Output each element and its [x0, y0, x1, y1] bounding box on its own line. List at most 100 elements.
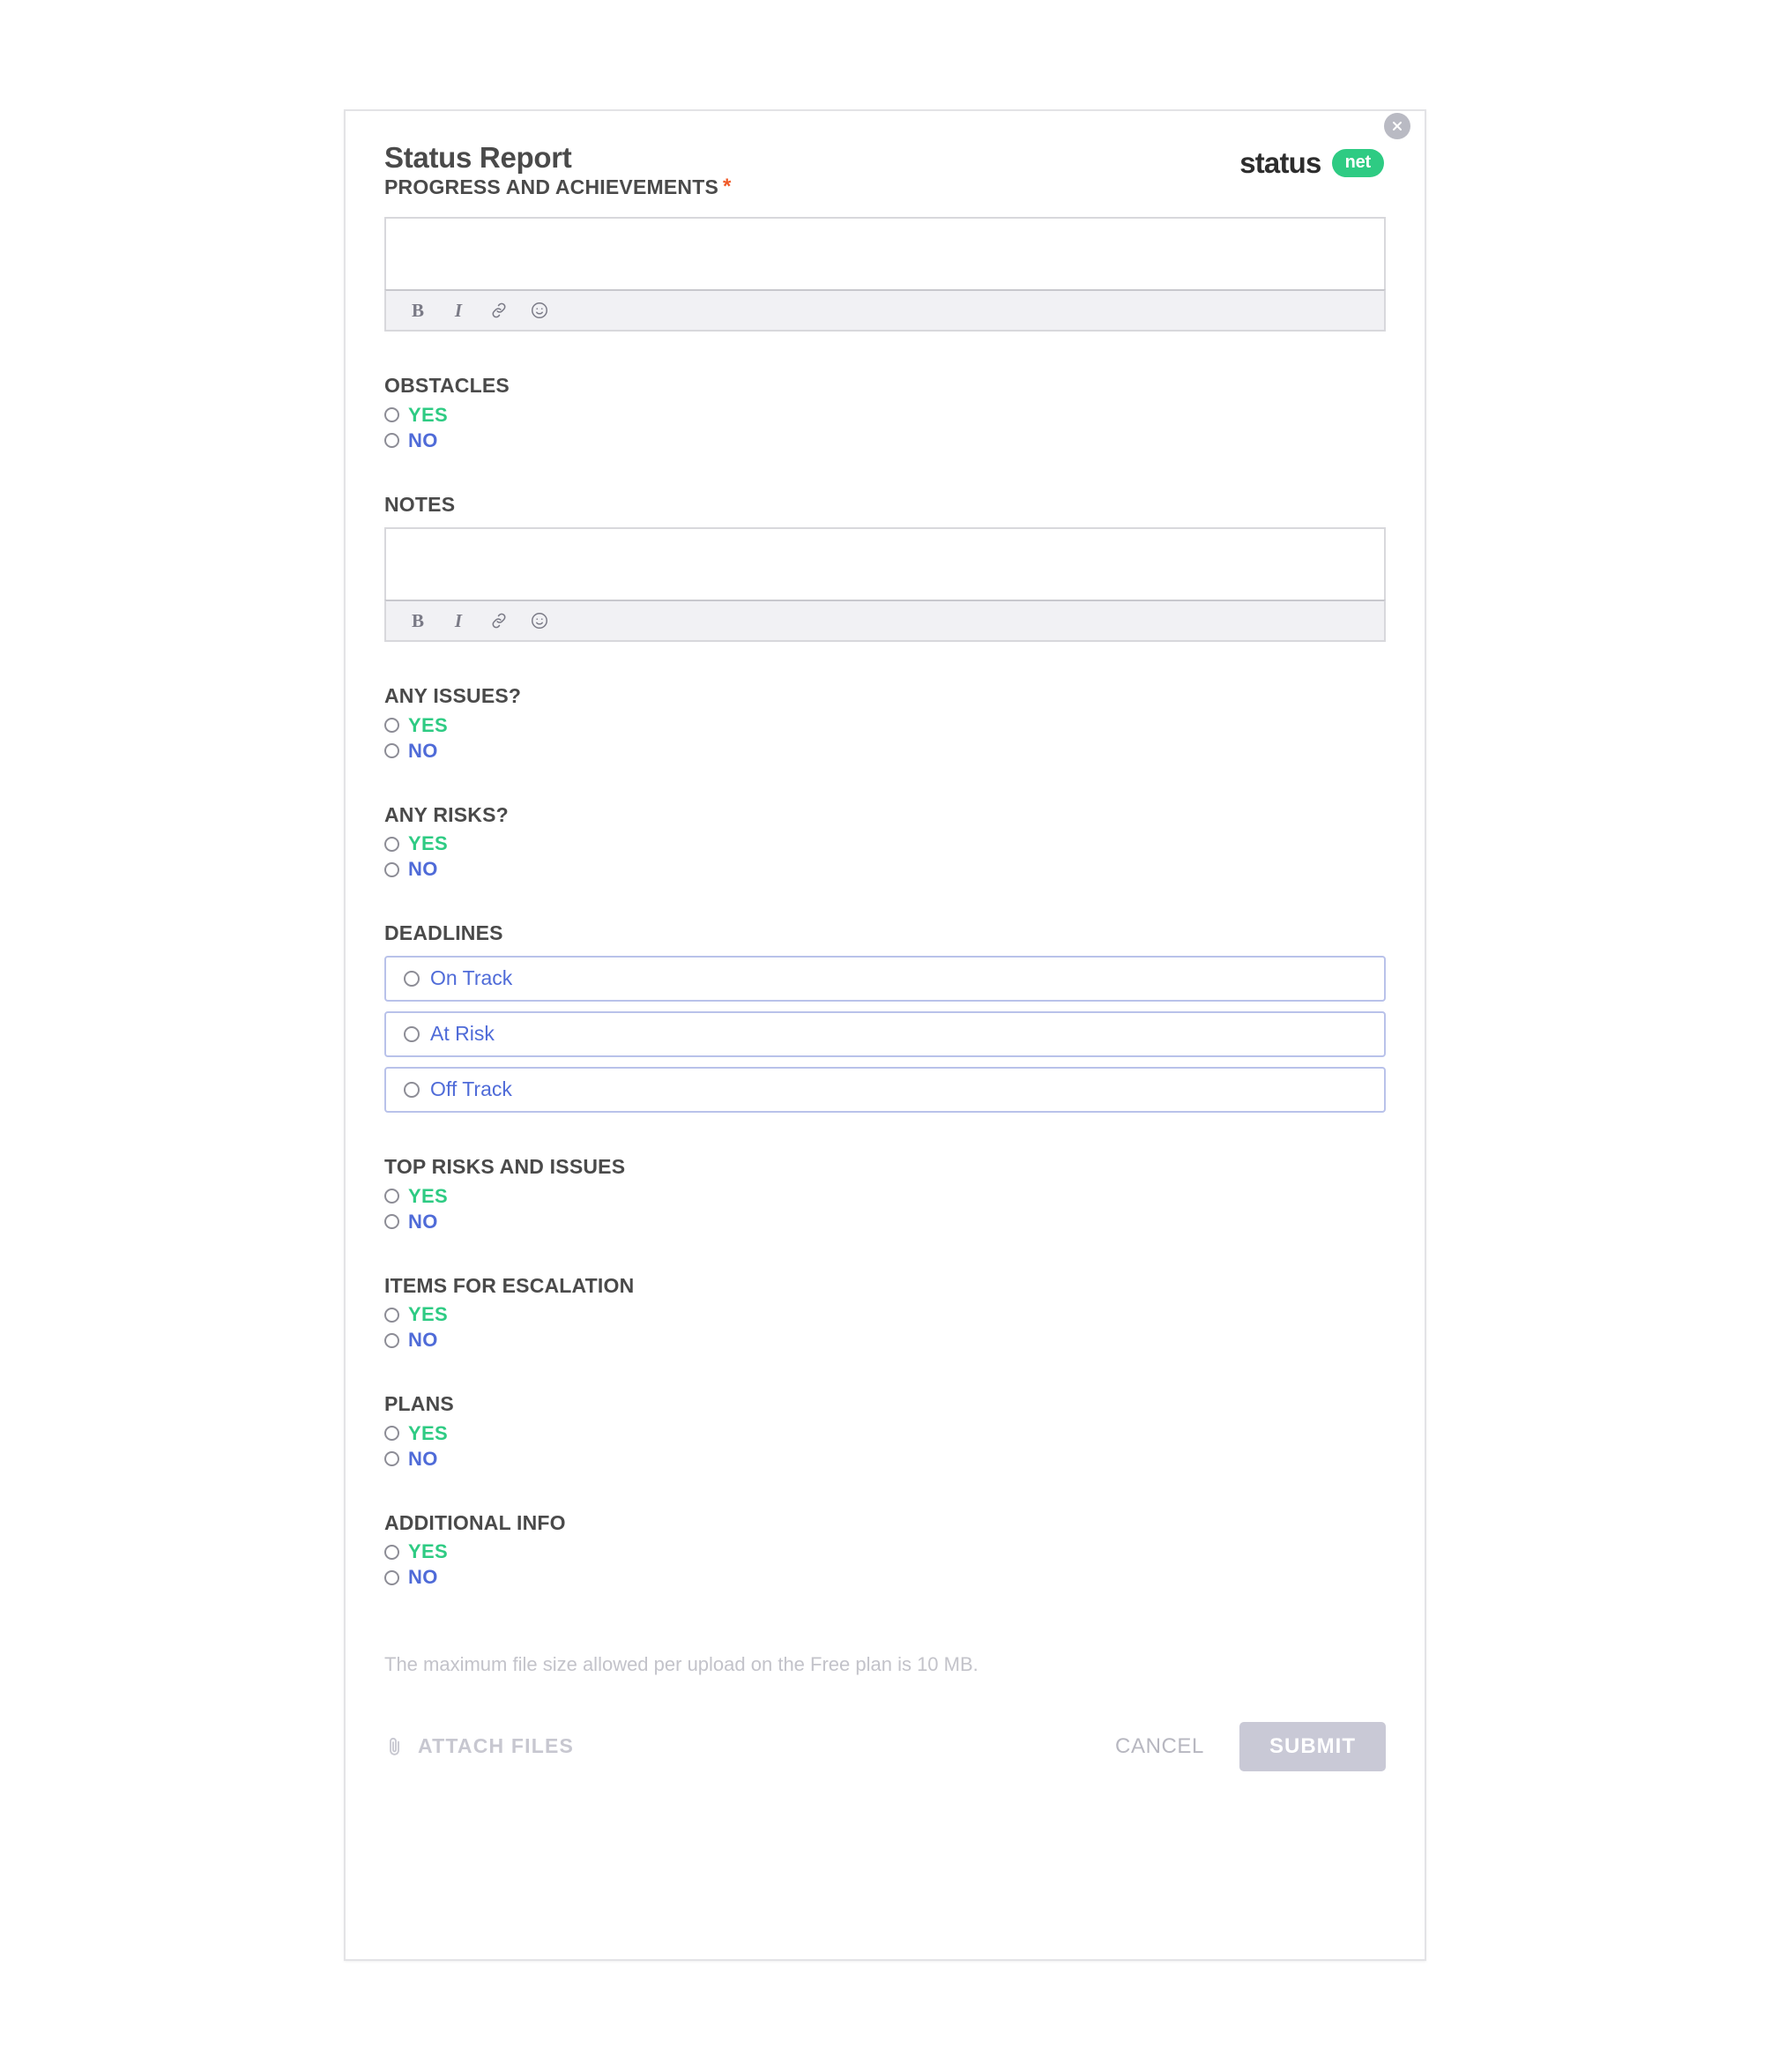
radio-icon[interactable] — [404, 1081, 420, 1098]
modal-header: Status Report PROGRESS AND ACHIEVEMENTS *… — [384, 113, 1410, 206]
radio-icon[interactable] — [384, 1214, 399, 1230]
submit-button[interactable]: SUBMIT — [1239, 1721, 1386, 1771]
obstacles-no-label: NO — [408, 429, 438, 451]
radio-icon[interactable] — [384, 1426, 399, 1442]
deadlines-at-risk-option[interactable]: At Risk — [384, 1010, 1386, 1057]
link-icon[interactable] — [488, 610, 510, 631]
escalation-yes-option[interactable]: YES — [384, 1305, 1386, 1324]
emoji-icon[interactable] — [529, 300, 550, 321]
deadlines-on-track-label: On Track — [430, 966, 513, 990]
notes-editor: B I — [384, 527, 1386, 643]
plans-yes-option[interactable]: YES — [384, 1423, 1386, 1443]
any-risks-yes-option[interactable]: YES — [384, 834, 1386, 853]
emoji-icon[interactable] — [529, 610, 550, 631]
section-items-for-escalation: ITEMS FOR ESCALATION YES NO — [384, 1274, 1386, 1351]
additional-info-no-label: NO — [408, 1566, 438, 1589]
progress-editor: B I — [384, 217, 1386, 332]
status-report-modal: Status Report PROGRESS AND ACHIEVEMENTS *… — [344, 109, 1426, 1961]
plans-no-label: NO — [408, 1447, 438, 1470]
radio-icon[interactable] — [384, 743, 399, 759]
page-title: Status Report — [384, 141, 572, 174]
link-icon[interactable] — [488, 300, 510, 321]
plans-no-option[interactable]: NO — [384, 1447, 1386, 1470]
paperclip-icon — [384, 1736, 406, 1757]
progress-editor-toolbar: B I — [384, 289, 1386, 332]
section-label-plans: PLANS — [384, 1392, 454, 1416]
section-top-risks-and-issues: TOP RISKS AND ISSUES YES NO — [384, 1155, 1386, 1232]
escalation-yes-label: YES — [408, 1303, 448, 1326]
brand-wordmark: status — [1239, 146, 1321, 179]
obstacles-no-option[interactable]: NO — [384, 429, 1386, 451]
radio-icon[interactable] — [384, 1307, 399, 1323]
radio-icon[interactable] — [384, 1332, 399, 1348]
top-risks-no-option[interactable]: NO — [384, 1210, 1386, 1233]
escalation-no-label: NO — [408, 1329, 438, 1352]
section-notes: NOTES B I — [384, 493, 1386, 643]
any-risks-no-label: NO — [408, 858, 438, 881]
notes-field-label: NOTES — [384, 492, 456, 516]
bold-icon[interactable]: B — [407, 300, 428, 321]
italic-icon[interactable]: I — [448, 300, 469, 321]
progress-input[interactable] — [384, 217, 1386, 289]
radio-icon[interactable] — [404, 1025, 420, 1042]
additional-info-yes-option[interactable]: YES — [384, 1542, 1386, 1561]
section-any-risks: ANY RISKS? YES NO — [384, 803, 1386, 880]
section-deadlines: DEADLINES On Track At Risk Off Track — [384, 921, 1386, 1113]
footer-actions: CANCEL SUBMIT — [1115, 1721, 1386, 1771]
any-risks-yes-label: YES — [408, 832, 448, 855]
section-label-deadlines: DEADLINES — [384, 921, 503, 945]
required-asterisk: * — [723, 174, 732, 198]
obstacles-yes-option[interactable]: YES — [384, 403, 1386, 426]
deadlines-off-track-label: Off Track — [430, 1077, 512, 1101]
section-label-items-for-escalation: ITEMS FOR ESCALATION — [384, 1273, 635, 1297]
close-icon[interactable] — [1384, 113, 1410, 139]
notes-input[interactable] — [384, 527, 1386, 600]
radio-icon[interactable] — [404, 970, 420, 987]
section-obstacles: OBSTACLES YES NO — [384, 374, 1386, 451]
section-label-any-risks: ANY RISKS? — [384, 802, 509, 826]
notes-editor-toolbar: B I — [384, 600, 1386, 643]
radio-icon[interactable] — [384, 1189, 399, 1204]
top-risks-yes-label: YES — [408, 1184, 448, 1207]
upload-size-note: The maximum file size allowed per upload… — [384, 1653, 979, 1676]
radio-icon[interactable] — [384, 1569, 399, 1585]
attach-files-label: ATTACH FILES — [418, 1734, 575, 1758]
cancel-button[interactable]: CANCEL — [1115, 1734, 1204, 1759]
any-risks-no-option[interactable]: NO — [384, 860, 1386, 879]
top-risks-yes-option[interactable]: YES — [384, 1184, 1386, 1207]
any-issues-no-option[interactable]: NO — [384, 739, 1386, 762]
section-plans: PLANS YES NO — [384, 1392, 1386, 1469]
deadlines-on-track-option[interactable]: On Track — [384, 955, 1386, 1002]
radio-icon[interactable] — [384, 1544, 399, 1560]
italic-icon[interactable]: I — [448, 610, 469, 631]
escalation-no-option[interactable]: NO — [384, 1330, 1386, 1350]
obstacles-yes-label: YES — [408, 403, 448, 426]
additional-info-yes-label: YES — [408, 1540, 448, 1563]
any-issues-no-label: NO — [408, 739, 438, 762]
progress-label-text: PROGRESS AND ACHIEVEMENTS — [384, 175, 719, 198]
section-label-top-risks-and-issues: TOP RISKS AND ISSUES — [384, 1154, 626, 1178]
deadlines-off-track-option[interactable]: Off Track — [384, 1066, 1386, 1113]
progress-field-label: PROGRESS AND ACHIEVEMENTS * — [384, 175, 1386, 200]
section-label-obstacles: OBSTACLES — [384, 374, 510, 397]
bold-icon[interactable]: B — [407, 610, 428, 631]
deadlines-at-risk-label: At Risk — [430, 1022, 495, 1046]
top-risks-no-label: NO — [408, 1210, 438, 1233]
radio-icon[interactable] — [384, 718, 399, 734]
attach-files-button[interactable]: ATTACH FILES — [384, 1734, 574, 1758]
any-issues-yes-label: YES — [408, 713, 448, 736]
brand-pill-badge: net — [1331, 149, 1384, 177]
radio-icon[interactable] — [384, 407, 399, 423]
radio-icon[interactable] — [384, 836, 399, 852]
radio-icon[interactable] — [384, 433, 399, 449]
modal-footer: ATTACH FILES CANCEL SUBMIT — [384, 1720, 1386, 1773]
any-issues-yes-option[interactable]: YES — [384, 713, 1386, 736]
page-root: Status Report PROGRESS AND ACHIEVEMENTS *… — [0, 0, 1771, 2072]
additional-info-no-option[interactable]: NO — [384, 1568, 1386, 1587]
section-label-additional-info: ADDITIONAL INFO — [384, 1510, 566, 1534]
section-additional-info: ADDITIONAL INFO YES NO — [384, 1511, 1386, 1588]
radio-icon[interactable] — [384, 1451, 399, 1467]
section-label-any-issues: ANY ISSUES? — [384, 684, 522, 708]
section-any-issues: ANY ISSUES? YES NO — [384, 684, 1386, 761]
radio-icon[interactable] — [384, 861, 399, 877]
